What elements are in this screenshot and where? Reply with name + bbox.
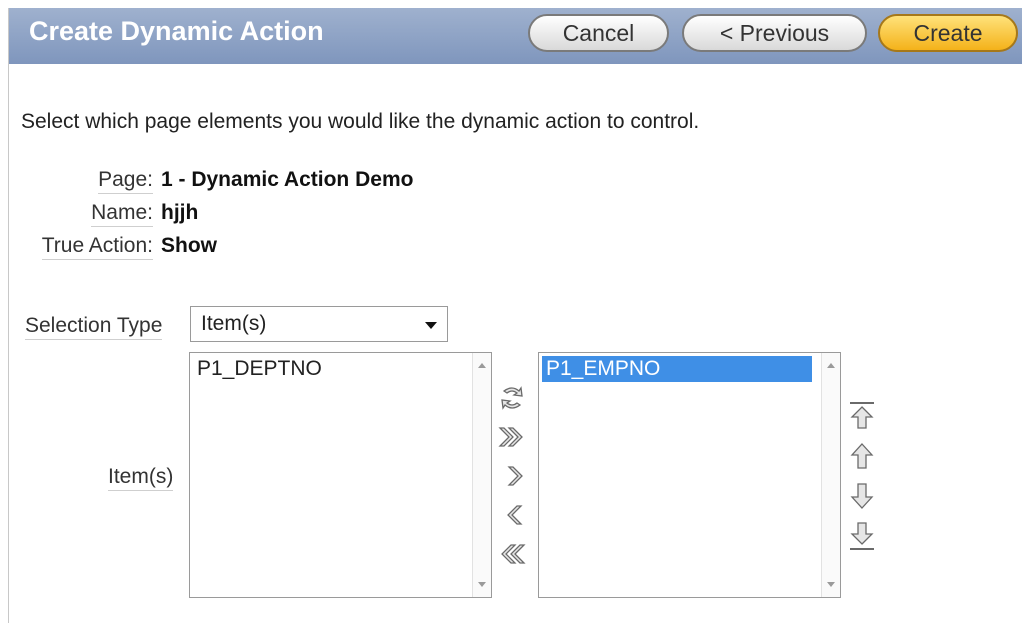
available-items-list[interactable]: P1_DEPTNO <box>189 352 492 598</box>
move-bottom-button[interactable] <box>847 520 877 552</box>
previous-button[interactable]: < Previous <box>682 14 867 52</box>
reset-icon <box>501 386 523 410</box>
chevron-down-icon <box>425 322 437 329</box>
available-item-option[interactable]: P1_DEPTNO <box>193 356 463 382</box>
move-down-button[interactable] <box>847 480 877 512</box>
page-value: 1 - Dynamic Action Demo <box>161 168 414 191</box>
scroll-up-icon[interactable] <box>478 363 486 368</box>
dialog: Create Dynamic Action Cancel < Previous … <box>8 8 1022 623</box>
selection-type-label: Selection Type <box>25 314 163 340</box>
create-button[interactable]: Create <box>878 14 1018 52</box>
selected-list-scrollbar[interactable] <box>821 353 840 597</box>
move-all-icon <box>498 427 523 447</box>
move-up-button[interactable] <box>847 440 877 472</box>
remove-all-icon <box>501 544 526 564</box>
available-list-scrollbar[interactable] <box>472 353 491 597</box>
reset-button[interactable] <box>497 382 527 414</box>
scroll-down-icon[interactable] <box>478 582 486 587</box>
move-top-icon <box>850 402 874 429</box>
move-button[interactable] <box>500 460 530 492</box>
selected-items-list[interactable]: P1_EMPNO <box>538 352 841 598</box>
remove-button[interactable] <box>500 499 530 531</box>
true-action-label: True Action: <box>41 234 153 260</box>
items-label: Item(s) <box>108 465 174 491</box>
dialog-header: Create Dynamic Action Cancel < Previous … <box>9 8 1022 64</box>
selection-type-select[interactable]: Item(s) <box>190 306 448 342</box>
remove-icon <box>507 505 523 525</box>
move-all-button[interactable] <box>497 421 527 453</box>
dialog-title: Create Dynamic Action <box>29 16 324 46</box>
move-icon <box>507 466 523 486</box>
remove-all-button[interactable] <box>497 538 527 570</box>
selection-type-value: Item(s) <box>201 312 267 335</box>
instructions-text: Select which page elements you would lik… <box>21 110 700 133</box>
move-top-button[interactable] <box>847 400 877 432</box>
scroll-down-icon[interactable] <box>827 582 835 587</box>
move-down-icon <box>850 483 874 509</box>
scroll-up-icon[interactable] <box>827 363 835 368</box>
page-label: Page: <box>98 168 153 194</box>
cancel-button[interactable]: Cancel <box>528 14 669 52</box>
name-label: Name: <box>91 201 153 227</box>
name-value: hjjh <box>161 201 199 224</box>
move-bottom-icon <box>850 522 874 550</box>
move-up-icon <box>850 443 874 469</box>
selected-item-option[interactable]: P1_EMPNO <box>542 356 812 382</box>
true-action-value: Show <box>161 234 217 257</box>
